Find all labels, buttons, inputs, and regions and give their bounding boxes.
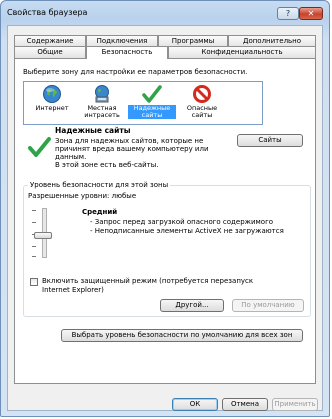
allowed-levels-label: Разрешенные уровни: любые [28, 192, 137, 200]
custom-level-button[interactable]: Другой... [160, 299, 224, 312]
checkmark-icon [142, 84, 162, 104]
zone-trusted-label-2: сайты [128, 112, 176, 119]
slider-tick [32, 210, 36, 211]
zone-restricted-sites[interactable]: Опасные сайты [178, 84, 226, 122]
slider-tick [32, 256, 36, 257]
window-title: Свойства браузера [7, 8, 88, 17]
title-bar[interactable]: Свойства браузера ? ✕ [7, 7, 323, 21]
tab-security[interactable]: Безопасность [86, 46, 168, 59]
tab-row-front: Общие Безопасность Конфиденциальность [14, 46, 316, 59]
zone-info-desc-4: В этой зоне есть веб-сайты. [55, 161, 159, 169]
intranet-icon [92, 84, 112, 104]
zone-info-desc-2: причинят вреда вашему компьютеру или [55, 145, 209, 153]
zone-internet[interactable]: Интернет [28, 84, 76, 122]
reset-all-zones-button[interactable]: Выбрать уровень безопасности по умолчани… [61, 329, 303, 342]
apply-button[interactable]: Применить [272, 398, 318, 411]
zone-restricted-label-2: сайты [191, 111, 213, 119]
close-button[interactable]: ✕ [299, 7, 323, 20]
help-button[interactable]: ? [277, 7, 299, 20]
security-level-name: Средний [82, 208, 118, 216]
security-level-desc-1: - Запрос перед загрузкой опасного содерж… [90, 218, 274, 226]
slider-tick [32, 246, 36, 247]
protected-mode-label-2: Internet Explorer) [42, 285, 104, 294]
tab-general[interactable]: Общие [14, 46, 86, 58]
zones-prompt: Выберите зону для настройки ее параметро… [23, 68, 248, 76]
dialog-client: Содержание Подключения Программы Дополни… [7, 25, 323, 411]
browser-properties-window: Свойства браузера ? ✕ Содержание Подключ… [0, 0, 330, 417]
zone-intranet[interactable]: Местная интрасеть [78, 84, 126, 122]
slider-tick [32, 222, 36, 223]
zones-list: Интернет Местная интрасеть Надежные сайт… [23, 81, 263, 125]
zone-info-description: Зона для надежных сайтов, которые не при… [55, 137, 245, 169]
close-icon: ✕ [307, 9, 315, 18]
security-level-group: Уровень безопасности для этой зоны Разре… [23, 181, 311, 317]
zone-info-title: Надежные сайты [55, 126, 131, 135]
security-level-desc-2: - Неподписанные элементы ActiveX не загр… [90, 227, 284, 235]
trusted-checkmark-icon [27, 135, 51, 159]
zone-internet-label: Интернет [35, 104, 69, 112]
security-panel: Выберите зону для настройки ее параметро… [14, 58, 316, 384]
tab-privacy[interactable]: Конфиденциальность [168, 46, 316, 58]
default-level-button[interactable]: По умолчанию [232, 299, 304, 312]
restricted-icon [192, 84, 212, 104]
protected-mode-label-1: Включить защищенный режим (потребуется п… [42, 277, 254, 285]
globe-icon [42, 84, 62, 104]
help-icon: ? [285, 9, 291, 18]
protected-mode-checkbox[interactable] [30, 278, 38, 286]
zone-intranet-label-2: интрасеть [84, 111, 120, 119]
cancel-button[interactable]: Отмена [222, 398, 268, 411]
sites-button[interactable]: Сайты [237, 134, 303, 147]
zone-info-desc-3: данным. [55, 153, 87, 161]
zone-info-desc-1: Зона для надежных сайтов, которые не [55, 137, 204, 145]
ok-button[interactable]: ОК [172, 398, 218, 411]
security-slider-thumb[interactable] [34, 232, 52, 239]
security-level-group-title: Уровень безопасности для этой зоны [28, 181, 171, 189]
zone-trusted-sites[interactable]: Надежные сайты [128, 84, 176, 122]
protected-mode-label[interactable]: Включить защищенный режим (потребуется п… [42, 277, 253, 294]
